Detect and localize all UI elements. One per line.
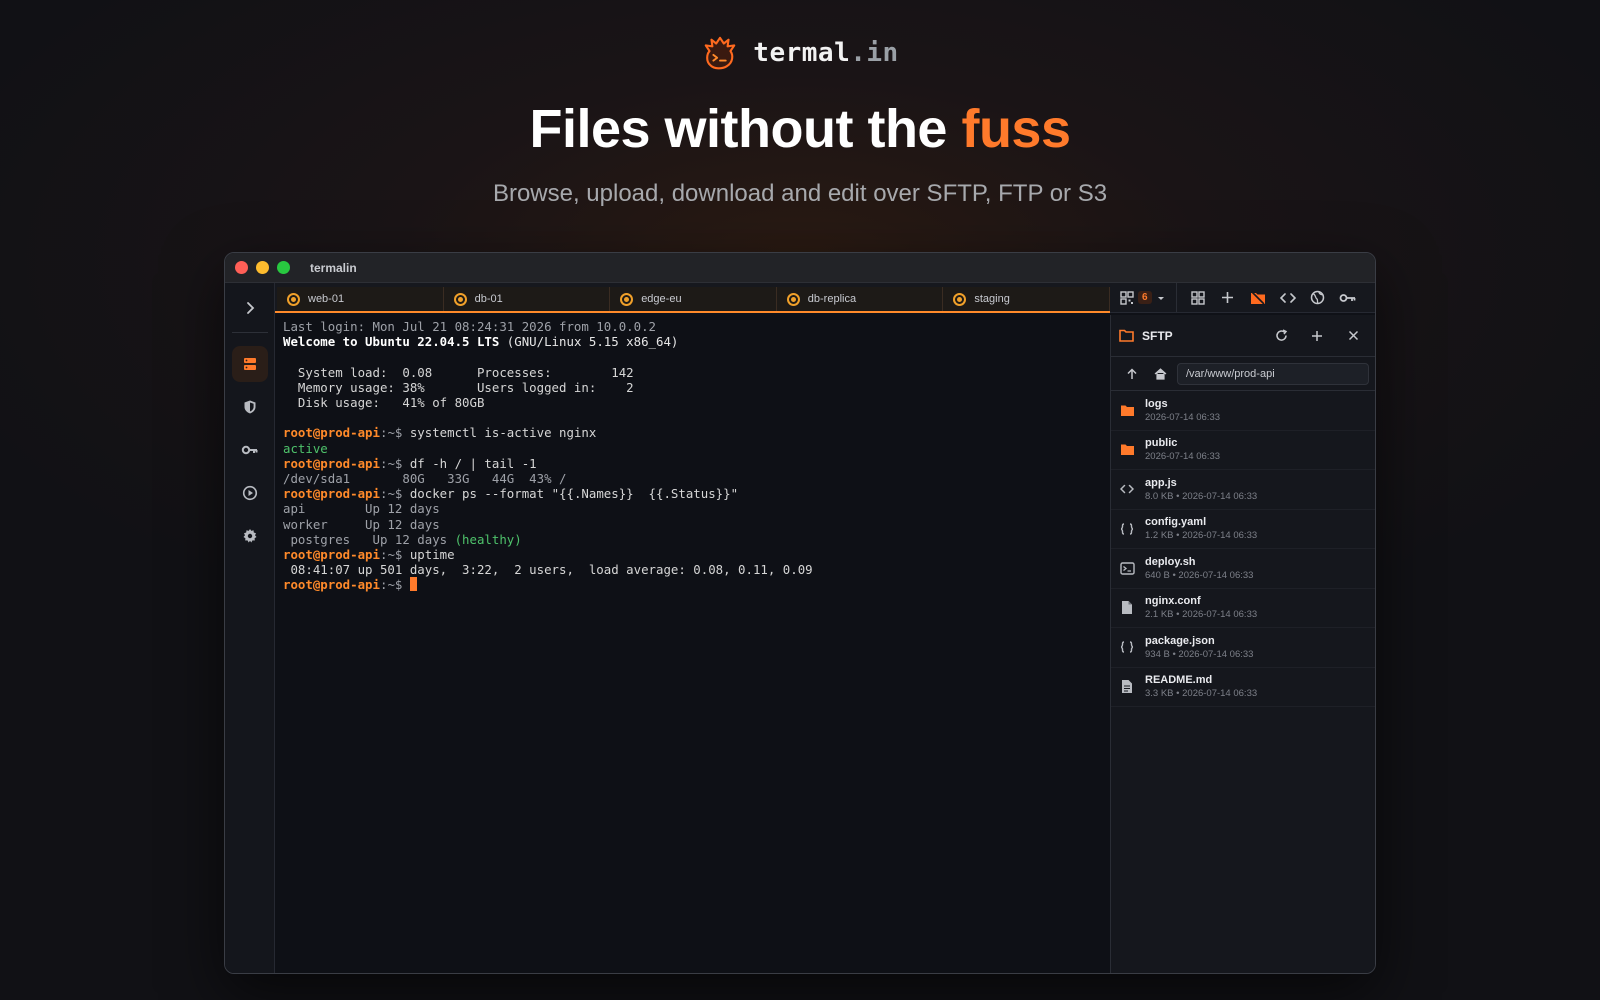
code-icon — [1119, 481, 1135, 497]
keychain-button[interactable] — [1333, 283, 1363, 313]
shield-icon — [244, 400, 255, 414]
terminal-line: root@prod-api:~$ df -h / | tail -1 — [283, 455, 537, 471]
folder-icon — [1119, 329, 1134, 342]
sftp-close-button[interactable] — [1339, 322, 1367, 350]
sidebar-item-security[interactable] — [232, 389, 268, 425]
window-title: termalin — [310, 260, 357, 275]
new-session-button[interactable] — [1213, 283, 1243, 313]
document-icon — [1119, 679, 1135, 695]
minimize-window-button[interactable] — [256, 261, 269, 274]
terminal-file-icon — [1119, 560, 1135, 576]
sftp-refresh-button[interactable] — [1267, 322, 1295, 350]
file-row[interactable]: nginx.conf 2.1 KB • 2026-07-14 06:33 — [1111, 589, 1375, 628]
title-bar: termalin — [225, 253, 1375, 283]
chevron-down-icon — [1157, 296, 1164, 300]
braces-icon — [1119, 521, 1135, 537]
layout-grid-button[interactable] — [1183, 283, 1213, 313]
file-icon — [1119, 600, 1135, 616]
headline: Files without the fuss — [529, 99, 1071, 159]
file-row[interactable]: app.js 8.0 KB • 2026-07-14 06:33 — [1111, 470, 1375, 510]
arrow-up-icon — [1127, 367, 1137, 379]
folder-icon — [1119, 442, 1135, 458]
session-status-icon — [620, 292, 634, 306]
folder-icon — [1119, 402, 1135, 418]
server-icon — [243, 358, 256, 370]
terminal-line: root@prod-api:~$ docker ps --format "{{.… — [283, 486, 739, 502]
session-tab-bar: web-01 db-01 edge-eu db-replica staging — [275, 283, 1110, 313]
sessions-dropdown[interactable]: 6 — [1110, 283, 1177, 312]
sidebar-divider — [231, 332, 268, 333]
tab-db-replica[interactable]: db-replica — [776, 287, 944, 311]
plus-icon — [1222, 292, 1234, 303]
terminal-prompt-line[interactable]: root@prod-api:~$ — [283, 577, 1102, 592]
tab-web-01[interactable]: web-01 — [277, 287, 444, 311]
sidebar — [225, 283, 275, 973]
file-row[interactable]: package.json 934 B • 2026-07-14 06:33 — [1111, 628, 1375, 668]
toolbar: 6 — [1110, 283, 1375, 313]
sftp-navigation — [1111, 357, 1375, 391]
file-row[interactable]: README.md 3.3 KB • 2026-07-14 06:33 — [1111, 668, 1375, 707]
app-window: termalin web-01 db-01 edge-eu db-replica… — [224, 252, 1376, 974]
code-icon — [1279, 292, 1296, 303]
plus-icon — [1312, 330, 1322, 341]
sidebar-item-keys[interactable] — [232, 432, 268, 468]
close-icon — [1348, 330, 1358, 341]
key-icon — [241, 445, 257, 455]
subheadline: Browse, upload, download and edit over S… — [492, 180, 1108, 207]
key-icon — [1339, 293, 1355, 302]
maximize-window-button[interactable] — [277, 261, 290, 274]
tab-staging[interactable]: staging — [943, 287, 1110, 311]
tab-db-01[interactable]: db-01 — [443, 287, 611, 311]
file-list: logs 2026-07-14 06:33 public 2026-07-14 06… — [1111, 391, 1375, 707]
chevron-right-icon — [246, 302, 254, 314]
refresh-icon — [1275, 329, 1287, 341]
play-icon — [242, 485, 257, 501]
terminal-output[interactable]: Last login: Mon Jul 21 08:24:31 2026 fro… — [275, 315, 1110, 973]
session-status-icon — [453, 292, 467, 306]
sidebar-expand-button[interactable] — [232, 290, 268, 326]
terminal-cursor — [409, 577, 417, 592]
home-directory-button[interactable] — [1149, 360, 1171, 388]
sidebar-item-hosts[interactable] — [231, 346, 268, 382]
gear-icon — [243, 529, 256, 543]
logo-icon — [705, 36, 736, 70]
brand: termal.in — [0, 34, 1600, 72]
port-forwarding-button[interactable] — [1303, 283, 1333, 313]
session-status-icon — [953, 292, 967, 306]
file-row[interactable]: logs 2026-07-14 06:33 — [1111, 391, 1375, 431]
sidebar-item-snippets[interactable] — [232, 475, 268, 511]
code-editor-button[interactable] — [1273, 283, 1303, 313]
brand-name: termal.in — [753, 38, 899, 68]
close-window-button[interactable] — [235, 261, 248, 274]
globe-icon — [1310, 290, 1325, 305]
file-row[interactable]: config.yaml 1.2 KB • 2026-07-14 06:33 — [1111, 510, 1375, 549]
terminal-line: root@prod-api:~$ systemctl is-active ngi… — [283, 425, 597, 441]
session-count-badge: 6 — [1138, 291, 1152, 304]
sftp-header: SFTP — [1111, 315, 1375, 357]
home-icon — [1154, 367, 1166, 380]
sftp-new-button[interactable] — [1303, 322, 1331, 350]
sftp-title: SFTP — [1142, 328, 1173, 343]
sftp-panel: SFTP logs2026-07-14 06:33 — [1110, 315, 1375, 973]
file-row[interactable]: public 2026-07-14 06:33 — [1111, 431, 1375, 470]
terminal-line: root@prod-api:~$ uptime — [283, 547, 455, 563]
file-row[interactable]: deploy.sh 640 B • 2026-07-14 06:33 — [1111, 549, 1375, 589]
path-input[interactable] — [1177, 362, 1369, 385]
sftp-toggle-button[interactable] — [1243, 283, 1273, 313]
session-status-icon — [287, 292, 300, 306]
grid-icon — [1190, 290, 1205, 305]
sidebar-item-settings[interactable] — [232, 518, 268, 554]
session-status-icon — [786, 292, 800, 306]
parent-directory-button[interactable] — [1121, 360, 1143, 388]
folder-off-icon — [1250, 290, 1265, 305]
qr-grid-icon — [1120, 290, 1134, 305]
braces-icon — [1119, 639, 1135, 655]
tab-edge-eu[interactable]: edge-eu — [610, 287, 777, 311]
headline-accent: fuss — [961, 99, 1071, 159]
